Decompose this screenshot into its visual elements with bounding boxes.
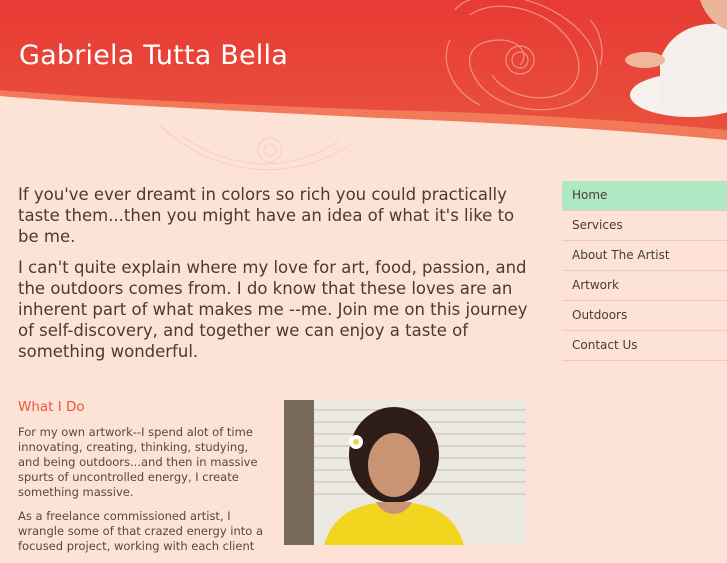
intro-text: If you've ever dreamt in colors so rich …: [18, 184, 538, 372]
nav-item-contact-us[interactable]: Contact Us: [562, 331, 727, 361]
what-i-do-paragraph: For my own artwork--I spend alot of time…: [18, 425, 258, 499]
what-i-do-paragraph: As a freelance commissioned artist, I wr…: [18, 509, 264, 553]
intro-paragraph: If you've ever dreamt in colors so rich …: [18, 185, 515, 246]
what-i-do-heading: What I Do: [18, 399, 85, 415]
site-title[interactable]: Gabriela Tutta Bella: [19, 40, 288, 71]
artist-photo: [284, 400, 526, 545]
background-paisley: [159, 124, 351, 171]
what-i-do-body: For my own artwork--I spend alot of time…: [18, 425, 268, 563]
nav-item-about-the-artist[interactable]: About The Artist: [562, 241, 727, 271]
intro-paragraph: I can't quite explain where my love for …: [18, 258, 528, 361]
main-navigation: Home Services About The Artist Artwork O…: [562, 181, 727, 361]
nav-item-artwork[interactable]: Artwork: [562, 271, 727, 301]
nav-item-services[interactable]: Services: [562, 211, 727, 241]
nav-item-outdoors[interactable]: Outdoors: [562, 301, 727, 331]
nav-item-home[interactable]: Home: [562, 181, 727, 211]
